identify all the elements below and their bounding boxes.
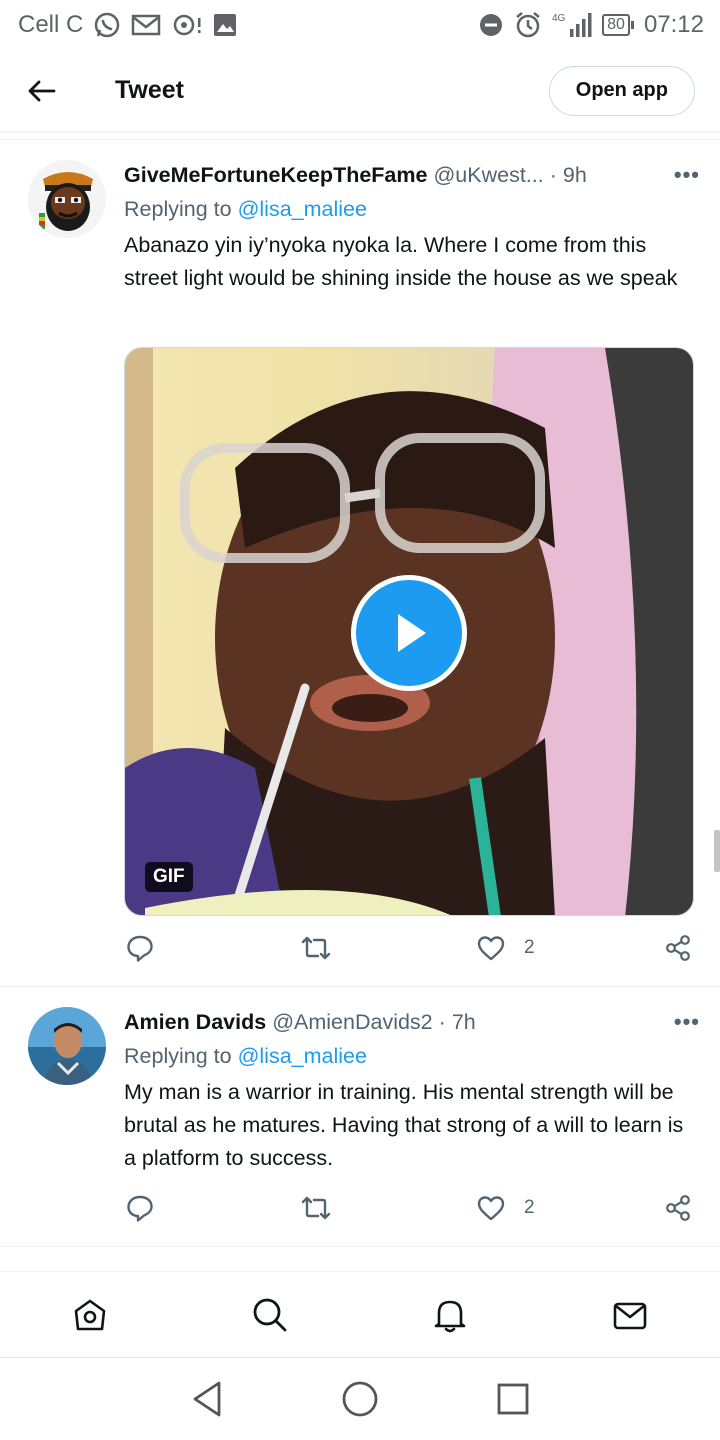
author-name[interactable]: GiveMeFortuneKeepTheFame xyxy=(124,163,427,188)
retweet-icon xyxy=(301,936,331,960)
replying-prefix: Replying to xyxy=(124,1044,232,1068)
bottom-navigation xyxy=(0,1271,720,1357)
timestamp[interactable]: 9h xyxy=(563,163,587,188)
like-count: 2 xyxy=(524,1197,535,1218)
avatar-illustration xyxy=(29,161,105,237)
battery-level: 80 xyxy=(602,14,630,36)
arrow-left-icon xyxy=(28,80,56,101)
image-icon xyxy=(213,13,237,37)
hotspot-icon xyxy=(171,12,203,38)
play-button[interactable] xyxy=(351,575,467,691)
back-icon xyxy=(193,1381,221,1417)
like-button[interactable]: 2 xyxy=(476,1194,535,1222)
top-app-bar: Tweet Open app xyxy=(0,50,720,132)
replying-prefix: Replying to xyxy=(124,197,232,221)
replying-to: Replying to @lisa_maliee xyxy=(124,1044,367,1069)
system-recents-button[interactable] xyxy=(478,1364,548,1434)
like-count: 2 xyxy=(524,937,535,958)
avatar-photo xyxy=(28,1007,106,1085)
share-button[interactable] xyxy=(664,934,692,962)
nav-search-button[interactable] xyxy=(230,1275,310,1355)
reply-icon xyxy=(127,935,153,962)
recents-icon xyxy=(497,1383,529,1415)
nav-home-button[interactable] xyxy=(50,1275,130,1355)
nav-notifications-button[interactable] xyxy=(410,1275,490,1355)
divider xyxy=(0,139,720,140)
dnd-icon xyxy=(478,12,504,38)
tweet-text: My man is a warrior in training. His men… xyxy=(124,1080,684,1170)
messages-icon xyxy=(613,1302,647,1329)
scrollbar-thumb[interactable] xyxy=(714,830,720,872)
retweet-icon xyxy=(301,1196,331,1220)
divider xyxy=(0,1246,720,1247)
share-icon xyxy=(666,1195,690,1221)
author-name[interactable]: Amien Davids xyxy=(124,1010,266,1035)
system-back-button[interactable] xyxy=(172,1364,242,1434)
reply-button[interactable] xyxy=(126,934,154,962)
search-icon xyxy=(253,1298,287,1331)
share-button[interactable] xyxy=(664,1194,692,1222)
timestamp[interactable]: 7h xyxy=(452,1010,476,1035)
system-home-button[interactable] xyxy=(325,1364,395,1434)
back-button[interactable] xyxy=(12,61,72,121)
retweet-button[interactable] xyxy=(300,1194,332,1222)
more-options-button[interactable]: ••• xyxy=(674,162,700,188)
tweet-actions: 2 xyxy=(124,934,696,966)
status-bar: Cell C 4G 80 07:12 xyxy=(0,0,720,50)
more-options-button[interactable]: ••• xyxy=(674,1009,700,1035)
tweet-header: Amien Davids @AmienDavids2 · 7h ••• xyxy=(124,1007,700,1037)
like-button[interactable]: 2 xyxy=(476,934,535,962)
mention-link[interactable]: @lisa_maliee xyxy=(238,1044,367,1068)
home-circle-icon xyxy=(342,1381,378,1417)
alarm-icon xyxy=(514,11,542,39)
separator-dot: · xyxy=(549,162,557,187)
nav-messages-button[interactable] xyxy=(590,1275,670,1355)
divider xyxy=(0,986,720,987)
author-handle[interactable]: @AmienDavids2 xyxy=(272,1010,432,1035)
open-app-button[interactable]: Open app xyxy=(548,65,695,116)
gif-media[interactable]: GIF xyxy=(124,347,694,916)
whatsapp-icon xyxy=(93,11,121,39)
signal-icon: 4G xyxy=(552,11,592,39)
gif-badge: GIF xyxy=(145,862,193,892)
clock: 07:12 xyxy=(643,11,704,38)
separator-dot: · xyxy=(438,1009,446,1034)
reply-icon xyxy=(127,1195,153,1222)
battery-icon: 80 xyxy=(602,14,634,36)
replying-to: Replying to @lisa_maliee xyxy=(124,197,367,222)
retweet-button[interactable] xyxy=(300,934,332,962)
avatar[interactable] xyxy=(28,1007,106,1085)
avatar[interactable] xyxy=(28,160,106,238)
notifications-icon xyxy=(434,1300,466,1332)
system-navigation-bar xyxy=(0,1357,720,1440)
home-icon xyxy=(74,1299,106,1330)
tweet-header: GiveMeFortuneKeepTheFame @uKwest... · 9h… xyxy=(124,160,700,190)
tweet-text: Abanazo yin iy’nyoka nyoka la. Where I c… xyxy=(124,233,678,290)
heart-icon xyxy=(477,936,505,961)
page-title: Tweet xyxy=(115,76,184,104)
author-handle[interactable]: @uKwest... xyxy=(433,163,543,188)
mail-icon xyxy=(131,13,161,37)
carrier-label: Cell C xyxy=(18,11,84,38)
reply-button[interactable] xyxy=(126,1194,154,1222)
share-icon xyxy=(666,935,690,961)
mention-link[interactable]: @lisa_maliee xyxy=(238,197,367,221)
tweet-actions: 2 xyxy=(124,1194,696,1226)
network-type-label: 4G xyxy=(552,13,566,24)
play-icon xyxy=(398,614,426,652)
heart-icon xyxy=(477,1196,505,1221)
